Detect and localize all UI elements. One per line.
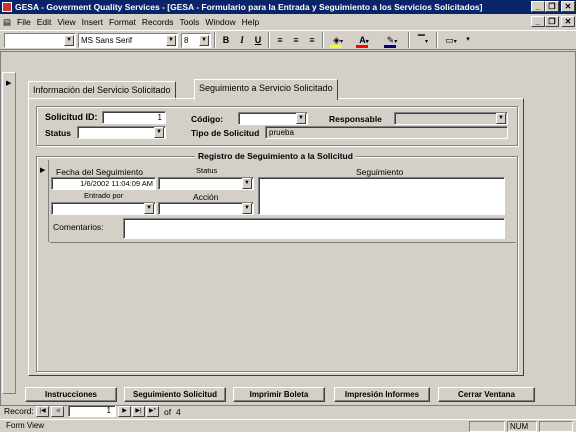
accion-label: Acción: [193, 192, 219, 202]
tipo-solicitud-field[interactable]: prueba: [265, 126, 508, 139]
minimize-button[interactable]: _: [531, 1, 545, 12]
impresion-informes-button[interactable]: Impresión Informes: [334, 387, 430, 402]
border-icon[interactable]: ▭▾: [440, 32, 462, 48]
menu-edit[interactable]: Edit: [34, 15, 55, 29]
status-panel: [539, 421, 573, 432]
seguimiento-textarea[interactable]: [258, 177, 505, 215]
chevron-down-icon[interactable]: ▼: [144, 203, 154, 214]
menu-help[interactable]: Help: [239, 15, 262, 29]
menu-tools[interactable]: Tools: [177, 15, 203, 29]
fecha-field[interactable]: 1/6/2002 11:04:09 AM: [51, 177, 156, 190]
cerrar-ventana-button[interactable]: Cerrar Ventana: [438, 387, 535, 402]
first-record-button[interactable]: |◀: [36, 406, 49, 417]
status-panel: [469, 421, 505, 432]
font-color-swatch: [356, 45, 368, 48]
status-sub-combo[interactable]: ▼: [158, 177, 254, 190]
form-minimize-button[interactable]: _: [531, 16, 545, 27]
accion-combo[interactable]: ▼: [158, 202, 254, 215]
entrado-label: Entrado por: [84, 191, 124, 200]
toolbar-separator: [268, 32, 270, 48]
comentarios-field[interactable]: [123, 218, 505, 239]
record-number-field[interactable]: 1: [68, 405, 116, 417]
close-button[interactable]: ✕: [561, 1, 575, 12]
toolbar-more-icon[interactable]: ▾: [462, 32, 474, 48]
menu-window[interactable]: Window: [202, 15, 238, 29]
new-record-button[interactable]: ▶*: [146, 406, 159, 417]
seguimiento-solicitud-button[interactable]: Seguimiento Solicitud: [124, 387, 226, 402]
object-combo[interactable]: ▼: [4, 33, 76, 48]
current-record-icon: ▶: [40, 167, 46, 174]
underline-button[interactable]: U: [250, 32, 266, 48]
codigo-label: Código:: [191, 114, 224, 124]
seguimiento-label: Seguimiento: [356, 167, 404, 177]
fill-color-swatch: [330, 45, 342, 48]
menu-format[interactable]: Format: [106, 15, 139, 29]
window-title: GESA - Goverment Quality Services - [GES…: [15, 2, 483, 12]
menu-view[interactable]: View: [54, 15, 78, 29]
toolbar-separator: [436, 32, 438, 48]
chevron-down-icon[interactable]: ▼: [199, 35, 209, 46]
menu-records[interactable]: Records: [139, 15, 177, 29]
subform-new-record-divider: [50, 242, 516, 243]
form-close-button[interactable]: ✕: [561, 16, 575, 27]
solicitud-id-label: Solicitud ID:: [45, 112, 98, 122]
toolbar-separator: [214, 32, 216, 48]
subform-record-selector[interactable]: ▶: [38, 160, 49, 242]
form-restore-button[interactable]: ❐: [545, 16, 559, 27]
status-view-text: Form View: [6, 421, 45, 430]
align-right-icon[interactable]: ≡: [304, 32, 320, 48]
align-left-icon[interactable]: ≡: [272, 32, 288, 48]
line-width-icon[interactable]: ▔▾: [412, 32, 434, 48]
status-combo[interactable]: ▼: [77, 126, 166, 139]
chevron-down-icon[interactable]: ▼: [242, 178, 252, 189]
title-bar: GESA - Goverment Quality Services - [GES…: [0, 0, 576, 14]
record-total: 4: [176, 407, 181, 417]
tipo-solicitud-label: Tipo de Solicitud: [191, 128, 260, 138]
status-label: Status: [45, 128, 71, 138]
solicitud-id-field[interactable]: 1: [102, 111, 166, 124]
responsable-label: Responsable: [329, 114, 382, 124]
record-label: Record:: [4, 406, 34, 416]
menu-bar: ▤ File Edit View Insert Format Records Tools Win…: [0, 15, 576, 29]
status-sub-label: Status: [196, 166, 218, 175]
fecha-label: Fecha del Seguimiento: [56, 167, 143, 177]
registro-title: Registro de Seguimiento a la Solicitud: [195, 151, 356, 161]
responsable-combo[interactable]: ▼: [394, 112, 508, 125]
chevron-down-icon[interactable]: ▼: [296, 113, 306, 124]
imprimir-boleta-button[interactable]: Imprimir Boleta: [233, 387, 325, 402]
form-system-icon[interactable]: ▤: [0, 15, 14, 29]
record-selector[interactable]: ▶: [2, 72, 16, 394]
toolbar-separator: [322, 32, 324, 48]
chevron-down-icon[interactable]: ▼: [154, 127, 164, 138]
instrucciones-button[interactable]: Instrucciones: [25, 387, 117, 402]
comentarios-label: Comentarios:: [53, 222, 104, 232]
entrado-combo[interactable]: ▼: [51, 202, 156, 215]
current-record-icon: ▶: [6, 80, 12, 87]
num-lock-indicator: NUM: [507, 421, 537, 432]
menu-file[interactable]: File: [14, 15, 34, 29]
chevron-down-icon[interactable]: ▼: [64, 35, 74, 46]
line-color-swatch: [384, 45, 396, 48]
chevron-down-icon[interactable]: ▼: [242, 203, 252, 214]
bold-button[interactable]: B: [218, 32, 234, 48]
last-record-button[interactable]: ▶|: [132, 406, 145, 417]
tab-seguimiento[interactable]: Seguimiento a Servicio Solicitado: [194, 79, 338, 100]
align-center-icon[interactable]: ≡: [288, 32, 304, 48]
app-icon[interactable]: [2, 2, 12, 12]
italic-button[interactable]: I: [234, 32, 250, 48]
font-size-combo[interactable]: 8 ▼: [181, 33, 211, 48]
menu-insert[interactable]: Insert: [79, 15, 106, 29]
toolbar-separator: [408, 32, 410, 48]
prev-record-button[interactable]: ◀: [51, 406, 64, 417]
record-of-label: of: [164, 407, 172, 417]
font-name-combo[interactable]: MS Sans Serif ▼: [78, 33, 178, 48]
chevron-down-icon[interactable]: ▼: [496, 113, 506, 124]
chevron-down-icon[interactable]: ▼: [166, 35, 176, 46]
next-record-button[interactable]: ▶: [118, 406, 131, 417]
maximize-button[interactable]: ❐: [545, 1, 559, 12]
codigo-combo[interactable]: ▼: [238, 112, 308, 125]
